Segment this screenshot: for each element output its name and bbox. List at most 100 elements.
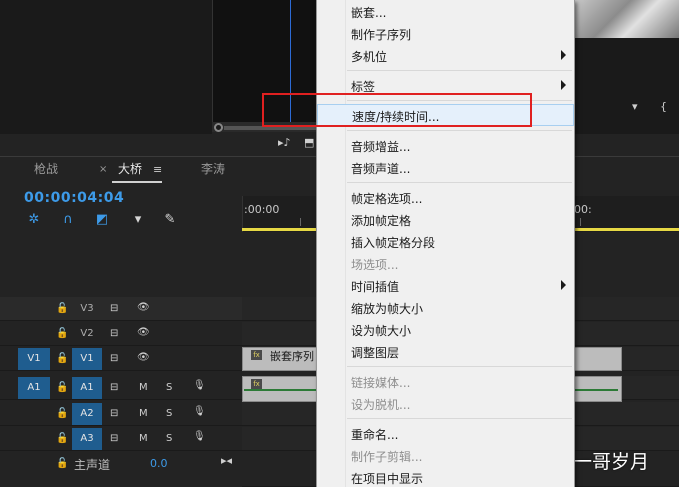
menu-separator — [347, 130, 572, 131]
track-target-v2[interactable]: V2 — [72, 323, 102, 345]
menu-item-label: 制作子剪辑... — [351, 450, 423, 464]
mute-button[interactable]: M — [139, 382, 148, 393]
program-monitor-right — [574, 38, 679, 134]
clip-name: 嵌套序列 — [270, 350, 314, 363]
menu-item-reveal-in-project[interactable]: 在项目中显示 — [317, 467, 574, 487]
menu-item-label: 缩放为帧大小 — [351, 302, 424, 316]
menu-item-label: 嵌套... — [351, 6, 387, 20]
linked-selection-icon[interactable]: ◩ — [94, 212, 110, 228]
menu-item-label: 帧定格选项... — [351, 192, 423, 206]
master-track-label: 主声道 — [74, 458, 111, 472]
step-back-icon[interactable]: { — [660, 100, 667, 113]
tab-litao[interactable]: 李涛 — [201, 160, 225, 177]
menu-item-link-media[interactable]: 链接媒体... — [317, 371, 574, 393]
menu-item-label: 设为帧大小 — [351, 324, 412, 338]
menu-item-add-frame-hold[interactable]: 添加帧定格 — [317, 209, 574, 231]
solo-button[interactable]: S — [166, 382, 172, 393]
menu-item-label: 场选项... — [351, 258, 399, 272]
snap-magnet-icon[interactable]: ∩ — [60, 212, 76, 228]
lock-icon[interactable]: 🔓 — [56, 458, 68, 469]
menu-item-rename[interactable]: 重命名... — [317, 423, 574, 445]
sync-lock-icon[interactable]: ⊟ — [110, 382, 118, 393]
menu-item-time-interpolation[interactable]: 时间插值 — [317, 275, 574, 297]
source-patch-v1[interactable]: V1 — [18, 348, 50, 370]
track-header-v3 — [0, 297, 242, 321]
menu-item-label: 音频增益... — [351, 140, 411, 154]
audio-scrub-icon[interactable]: ▸♪ — [278, 136, 291, 150]
menu-item-audio-gain[interactable]: 音频增益... — [317, 135, 574, 157]
menu-item-frame-hold-options[interactable]: 帧定格选项... — [317, 187, 574, 209]
track-target-v3[interactable]: V3 — [72, 298, 102, 320]
clip-context-menu: 嵌套... 制作子序列 多机位 标签 速度/持续时间... 音频增益... 音频… — [316, 0, 575, 487]
menu-item-multicam[interactable]: 多机位 — [317, 45, 574, 67]
fx-badge: fx — [251, 379, 262, 389]
sync-lock-icon[interactable]: ⊟ — [110, 328, 118, 339]
menu-item-audio-channels[interactable]: 音频声道... — [317, 157, 574, 179]
menu-separator — [347, 70, 572, 71]
nest-insert-icon[interactable]: ✲ — [26, 212, 42, 228]
mute-button[interactable]: M — [139, 408, 148, 419]
lock-icon[interactable]: 🔓 — [56, 303, 68, 314]
tab-qiangzhan[interactable]: 枪战 — [34, 160, 58, 177]
microphone-icon[interactable]: 🎙 — [193, 431, 206, 442]
menu-item-make-subsequence[interactable]: 制作子序列 — [317, 23, 574, 45]
track-target-a2[interactable]: A2 — [72, 403, 102, 425]
ruler-tick — [580, 218, 581, 226]
tab-daqiao[interactable]: 大桥 — [118, 160, 142, 177]
eye-icon[interactable]: 👁 — [137, 302, 150, 313]
sync-lock-icon[interactable]: ⊟ — [110, 408, 118, 419]
playhead-timecode[interactable]: 00:00:04:04 — [24, 190, 124, 206]
program-preview-thumbnail — [574, 0, 679, 38]
eye-icon[interactable]: 👁 — [137, 352, 150, 363]
menu-item-scale-to-frame-size[interactable]: 缩放为帧大小 — [317, 297, 574, 319]
track-target-a1[interactable]: A1 — [72, 377, 102, 399]
export-frame-icon[interactable]: ⬒ — [304, 136, 314, 150]
menu-item-label: 链接媒体... — [351, 376, 411, 390]
menu-item-label: 音频声道... — [351, 162, 411, 176]
menu-item-nest[interactable]: 嵌套... — [317, 1, 574, 23]
menu-item-insert-frame-hold-segment[interactable]: 插入帧定格分段 — [317, 231, 574, 253]
menu-item-label: 设为脱机... — [351, 398, 411, 412]
lock-icon[interactable]: 🔓 — [56, 408, 68, 419]
microphone-icon[interactable]: 🎙 — [193, 406, 206, 417]
mute-button[interactable]: M — [139, 433, 148, 444]
menu-separator — [347, 182, 572, 183]
lock-icon[interactable]: 🔓 — [56, 382, 68, 393]
tab-menu-icon[interactable]: ≡ — [153, 163, 162, 176]
menu-item-label: 时间插值 — [351, 280, 400, 294]
microphone-icon[interactable]: 🎙 — [193, 380, 206, 391]
menu-item-adjustment-layer[interactable]: 调整图层 — [317, 341, 574, 363]
solo-button[interactable]: S — [166, 433, 172, 444]
go-to-end-icon[interactable]: ▸◂ — [221, 454, 232, 467]
wrench-icon[interactable]: ✎ — [162, 212, 178, 228]
ruler-tick — [300, 218, 301, 226]
annotation-highlight-box — [262, 93, 532, 127]
active-tab-indicator — [112, 181, 162, 183]
sync-lock-icon[interactable]: ⊟ — [110, 303, 118, 314]
monitor-scroll-handle[interactable] — [214, 123, 223, 132]
menu-item-label: 制作子序列 — [351, 28, 412, 42]
submenu-arrow-icon — [561, 50, 566, 60]
close-tab-icon[interactable]: × — [99, 164, 107, 175]
solo-button[interactable]: S — [166, 408, 172, 419]
track-target-a3[interactable]: A3 — [72, 428, 102, 450]
source-patch-a1[interactable]: A1 — [18, 377, 50, 399]
menu-item-label: 在项目中显示 — [351, 472, 424, 486]
menu-item-make-offline[interactable]: 设为脱机... — [317, 393, 574, 415]
add-marker-icon[interactable]: ▾ — [632, 100, 638, 113]
eye-icon[interactable]: 👁 — [137, 327, 150, 338]
menu-item-label: 插入帧定格分段 — [351, 236, 436, 250]
menu-item-field-options[interactable]: 场选项... — [317, 253, 574, 275]
track-target-v1[interactable]: V1 — [72, 348, 102, 370]
lock-icon[interactable]: 🔓 — [56, 433, 68, 444]
lock-icon[interactable]: 🔓 — [56, 353, 68, 364]
menu-separator — [347, 418, 572, 419]
menu-item-set-to-frame-size[interactable]: 设为帧大小 — [317, 319, 574, 341]
sync-lock-icon[interactable]: ⊟ — [110, 433, 118, 444]
master-volume-value[interactable]: 0.0 — [150, 457, 168, 470]
add-marker-icon[interactable]: ▾ — [130, 212, 146, 228]
menu-item-make-subclip[interactable]: 制作子剪辑... — [317, 445, 574, 467]
menu-item-label: 添加帧定格 — [351, 214, 412, 228]
sync-lock-icon[interactable]: ⊟ — [110, 353, 118, 364]
lock-icon[interactable]: 🔓 — [56, 328, 68, 339]
